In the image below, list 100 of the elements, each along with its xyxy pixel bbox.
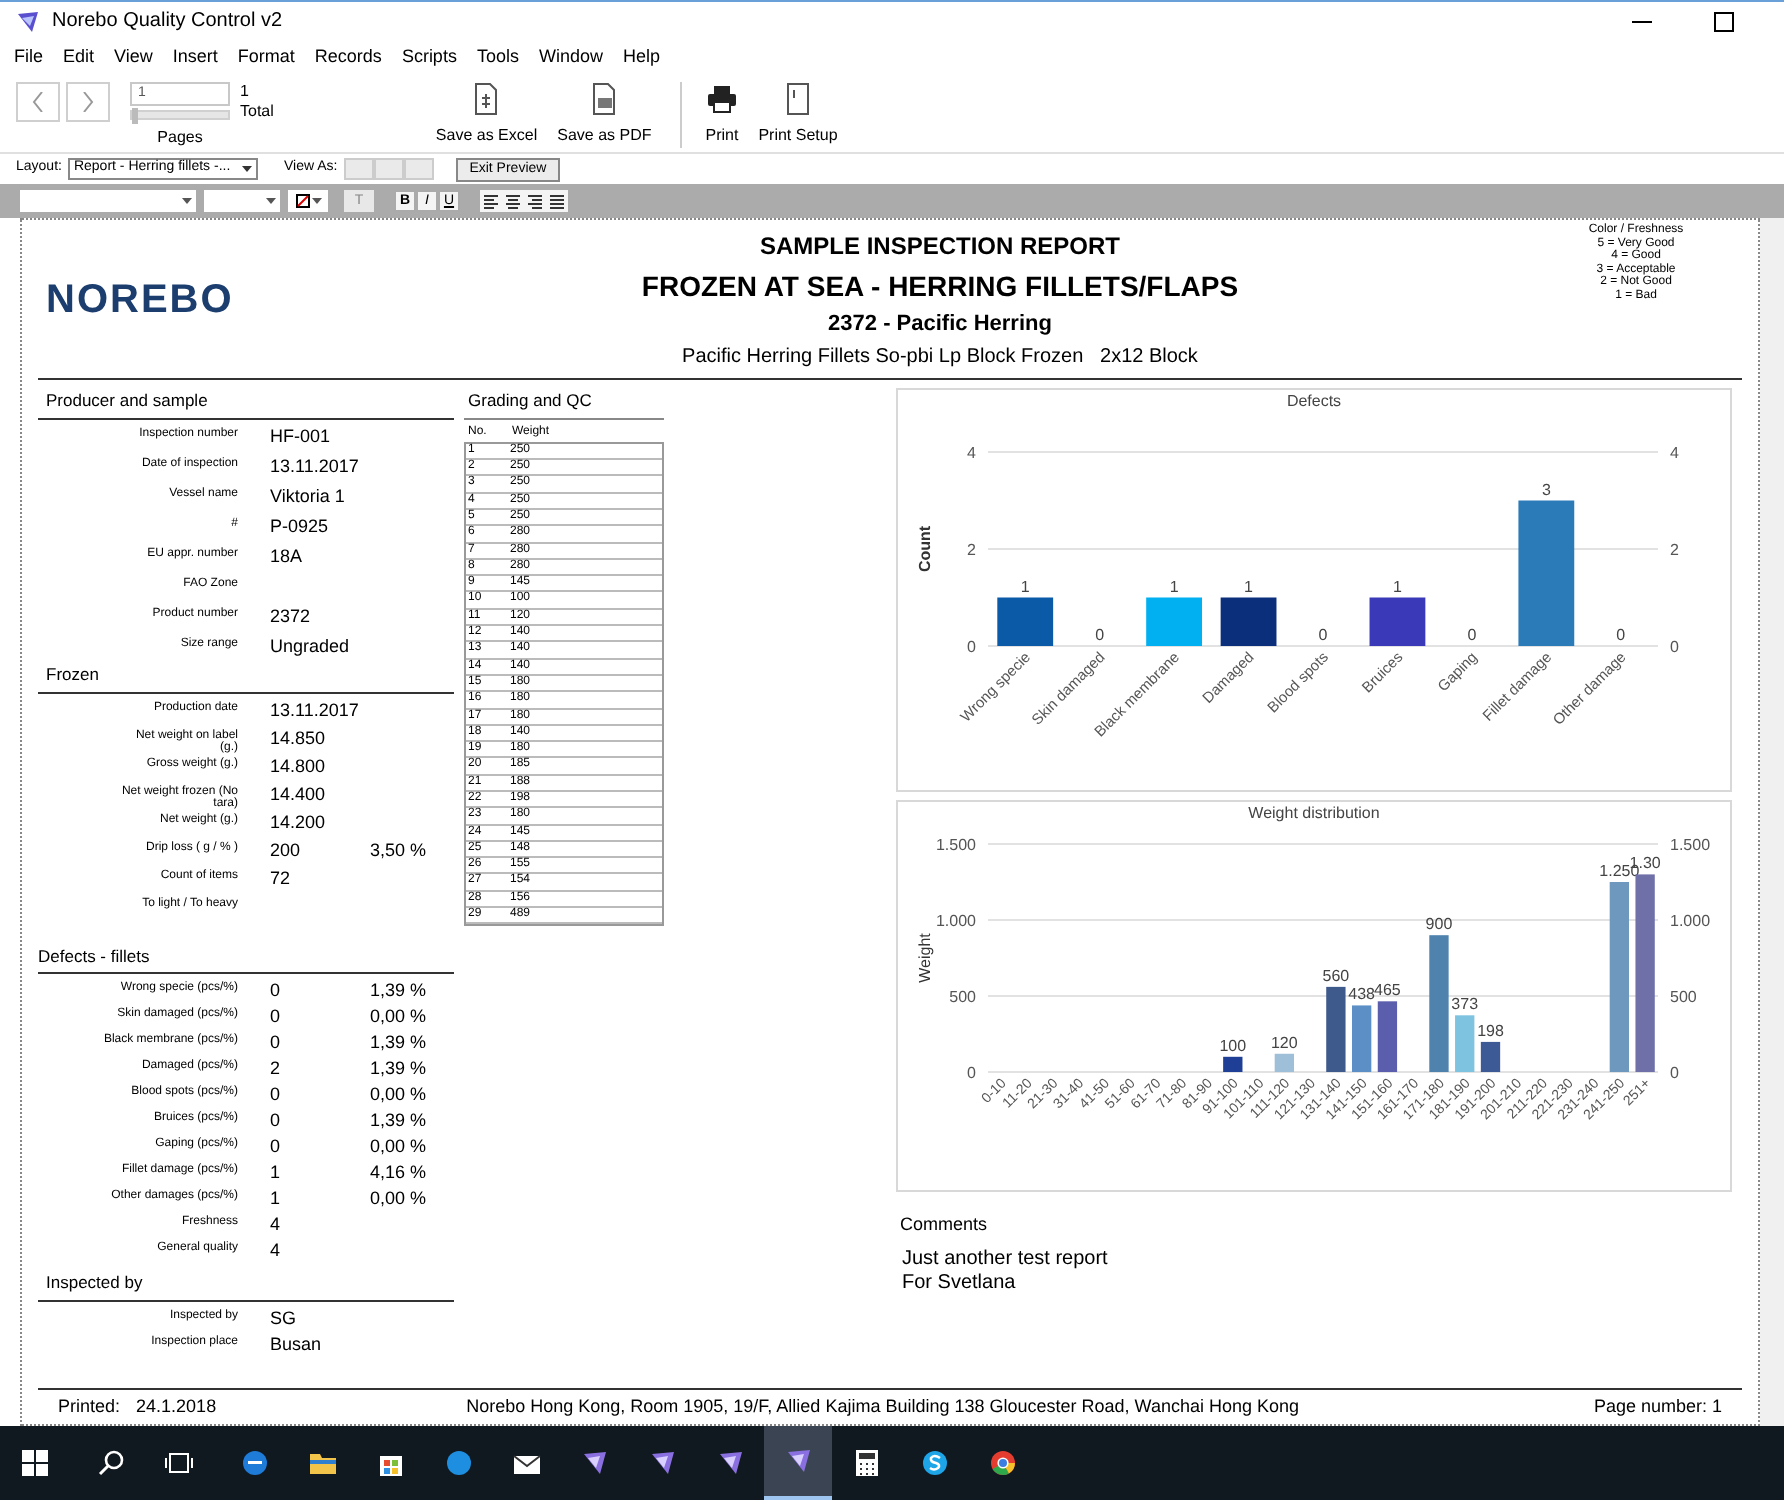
axis-tick-label: 0 bbox=[967, 1064, 976, 1082]
app-logo-icon[interactable] bbox=[579, 1448, 609, 1478]
data-label: 100 bbox=[1219, 1036, 1247, 1055]
page-icon bbox=[781, 82, 814, 116]
caret-icon bbox=[182, 198, 192, 204]
printed-date: 24.1.2018 bbox=[136, 1393, 217, 1420]
bar bbox=[1223, 1056, 1243, 1072]
color-dropdown[interactable] bbox=[288, 190, 328, 212]
app-logo-icon[interactable] bbox=[715, 1448, 745, 1478]
folder-icon[interactable] bbox=[307, 1448, 337, 1478]
page-slider[interactable] bbox=[130, 110, 230, 120]
field-value: 14.200 bbox=[270, 811, 328, 831]
bar bbox=[1455, 1015, 1475, 1072]
data-label: 1 bbox=[1393, 577, 1402, 596]
bar bbox=[1220, 597, 1277, 646]
caret-icon bbox=[311, 198, 321, 204]
field-percent: 1,39 % bbox=[370, 980, 427, 1001]
menu-item[interactable]: Tools bbox=[476, 43, 519, 71]
chat-s-icon[interactable] bbox=[919, 1448, 949, 1478]
align-left-icon[interactable] bbox=[480, 190, 502, 212]
app-logo-icon[interactable] bbox=[783, 1446, 813, 1476]
field-value: Ungraded bbox=[270, 635, 352, 656]
field-value: Busan bbox=[270, 1334, 324, 1354]
axis-tick-label: 2 bbox=[967, 541, 976, 559]
chart-title: Defects bbox=[1284, 390, 1344, 412]
comments-label: Comments bbox=[900, 1212, 990, 1238]
field-value: 0 bbox=[270, 1006, 283, 1027]
maximize-icon[interactable] bbox=[1714, 11, 1734, 31]
total-label: Total bbox=[240, 102, 274, 122]
printer-icon bbox=[705, 82, 738, 116]
bar bbox=[1369, 597, 1426, 646]
caret-icon bbox=[266, 198, 276, 204]
comment-text: Just another test report bbox=[902, 1247, 1110, 1271]
field-percent: 1,39 % bbox=[370, 1058, 427, 1079]
field-percent: 1,39 % bbox=[370, 1110, 427, 1131]
caret-icon bbox=[241, 166, 252, 172]
search-icon[interactable] bbox=[95, 1448, 125, 1478]
chart-title: Weight distribution bbox=[1246, 802, 1382, 824]
axis-tick-label: 1.000 bbox=[935, 912, 976, 930]
field-value: SG bbox=[270, 1308, 299, 1328]
field-value: 13.11.2017 bbox=[270, 455, 361, 476]
axis-tick-label: 4 bbox=[967, 444, 976, 462]
app-logo-icon[interactable] bbox=[647, 1448, 677, 1478]
logo: NOREBO bbox=[46, 275, 234, 325]
field-percent: 0,00 % bbox=[370, 1006, 427, 1027]
bar bbox=[1326, 986, 1346, 1072]
task-view-icon[interactable] bbox=[163, 1448, 193, 1478]
footer-address: Norebo Hong Kong, Room 1905, 19/F, Allied Kajima Building 138 Gloucester Road, Wanchai Hong Kong bbox=[466, 1393, 1299, 1420]
toolbar-button[interactable]: Save as PDF bbox=[549, 82, 660, 148]
bar bbox=[1146, 597, 1203, 646]
section-heading: Frozen bbox=[44, 661, 101, 687]
toolbar-button[interactable]: Print Setup bbox=[750, 82, 846, 148]
browser-circle-icon[interactable] bbox=[987, 1448, 1017, 1478]
axis-tick-label: 0 bbox=[967, 638, 976, 656]
section-heading: Producer and sample bbox=[44, 388, 210, 414]
justify-icon[interactable] bbox=[546, 190, 568, 212]
menu-item[interactable]: Edit bbox=[63, 43, 95, 71]
menu-item[interactable]: Window bbox=[538, 43, 603, 71]
menu-item[interactable]: View bbox=[114, 43, 153, 71]
menu-item[interactable]: File bbox=[14, 43, 44, 71]
menu-item[interactable]: Insert bbox=[172, 43, 218, 71]
field-value: 4 bbox=[270, 1214, 283, 1235]
document-file-icon bbox=[588, 82, 621, 116]
toolbar-button[interactable]: Save as Excel bbox=[427, 82, 546, 148]
bar bbox=[1274, 1053, 1294, 1072]
field-percent: 0,00 % bbox=[370, 1084, 427, 1105]
axis-title: Weight bbox=[916, 933, 934, 983]
field-value: Viktoria 1 bbox=[270, 485, 347, 506]
field-value: 1 bbox=[270, 1188, 283, 1209]
data-label: 465 bbox=[1374, 981, 1401, 1000]
spreadsheet-file-icon bbox=[470, 82, 503, 116]
slider-thumb[interactable] bbox=[132, 108, 138, 124]
product-description: Pacific Herring Fillets So-pbi Lp Block Frozen 2x12 Block bbox=[682, 343, 1198, 371]
field-value: 0 bbox=[270, 1136, 283, 1157]
section-heading: Defects - fillets bbox=[38, 943, 152, 969]
axis-tick-label: 1.500 bbox=[1670, 836, 1711, 854]
product-title: 2372 - Pacific Herring bbox=[828, 310, 1052, 340]
menu-item[interactable]: Records bbox=[314, 43, 382, 71]
menu-item[interactable]: Scripts bbox=[401, 43, 457, 71]
axis-tick-label: 0 bbox=[1670, 638, 1679, 656]
data-label: 373 bbox=[1451, 995, 1479, 1014]
data-label: 0 bbox=[1616, 626, 1626, 644]
windows-icon[interactable] bbox=[19, 1448, 49, 1478]
field-value: 14.800 bbox=[270, 755, 328, 775]
app-icon bbox=[16, 9, 40, 33]
calculator-icon[interactable] bbox=[851, 1448, 881, 1478]
field-value: 18A bbox=[270, 545, 305, 566]
field-percent: 4,16 % bbox=[370, 1162, 427, 1183]
field-value: 0 bbox=[270, 1110, 283, 1131]
toolbar-button[interactable]: Print bbox=[679, 82, 747, 148]
menu-item[interactable]: Help bbox=[622, 43, 660, 71]
field-value: 2 bbox=[270, 1058, 283, 1079]
axis-tick-label: 2 bbox=[1670, 541, 1679, 559]
data-label: 438 bbox=[1348, 985, 1375, 1004]
report-subtitle: FROZEN AT SEA - HERRING FILLETS/FLAPS bbox=[641, 268, 1239, 306]
axis-title: Count bbox=[916, 525, 934, 573]
bar bbox=[1480, 1041, 1501, 1072]
menu-item[interactable]: Format bbox=[237, 43, 295, 71]
data-label: 198 bbox=[1477, 1021, 1504, 1040]
data-label: 1 bbox=[1169, 577, 1179, 596]
